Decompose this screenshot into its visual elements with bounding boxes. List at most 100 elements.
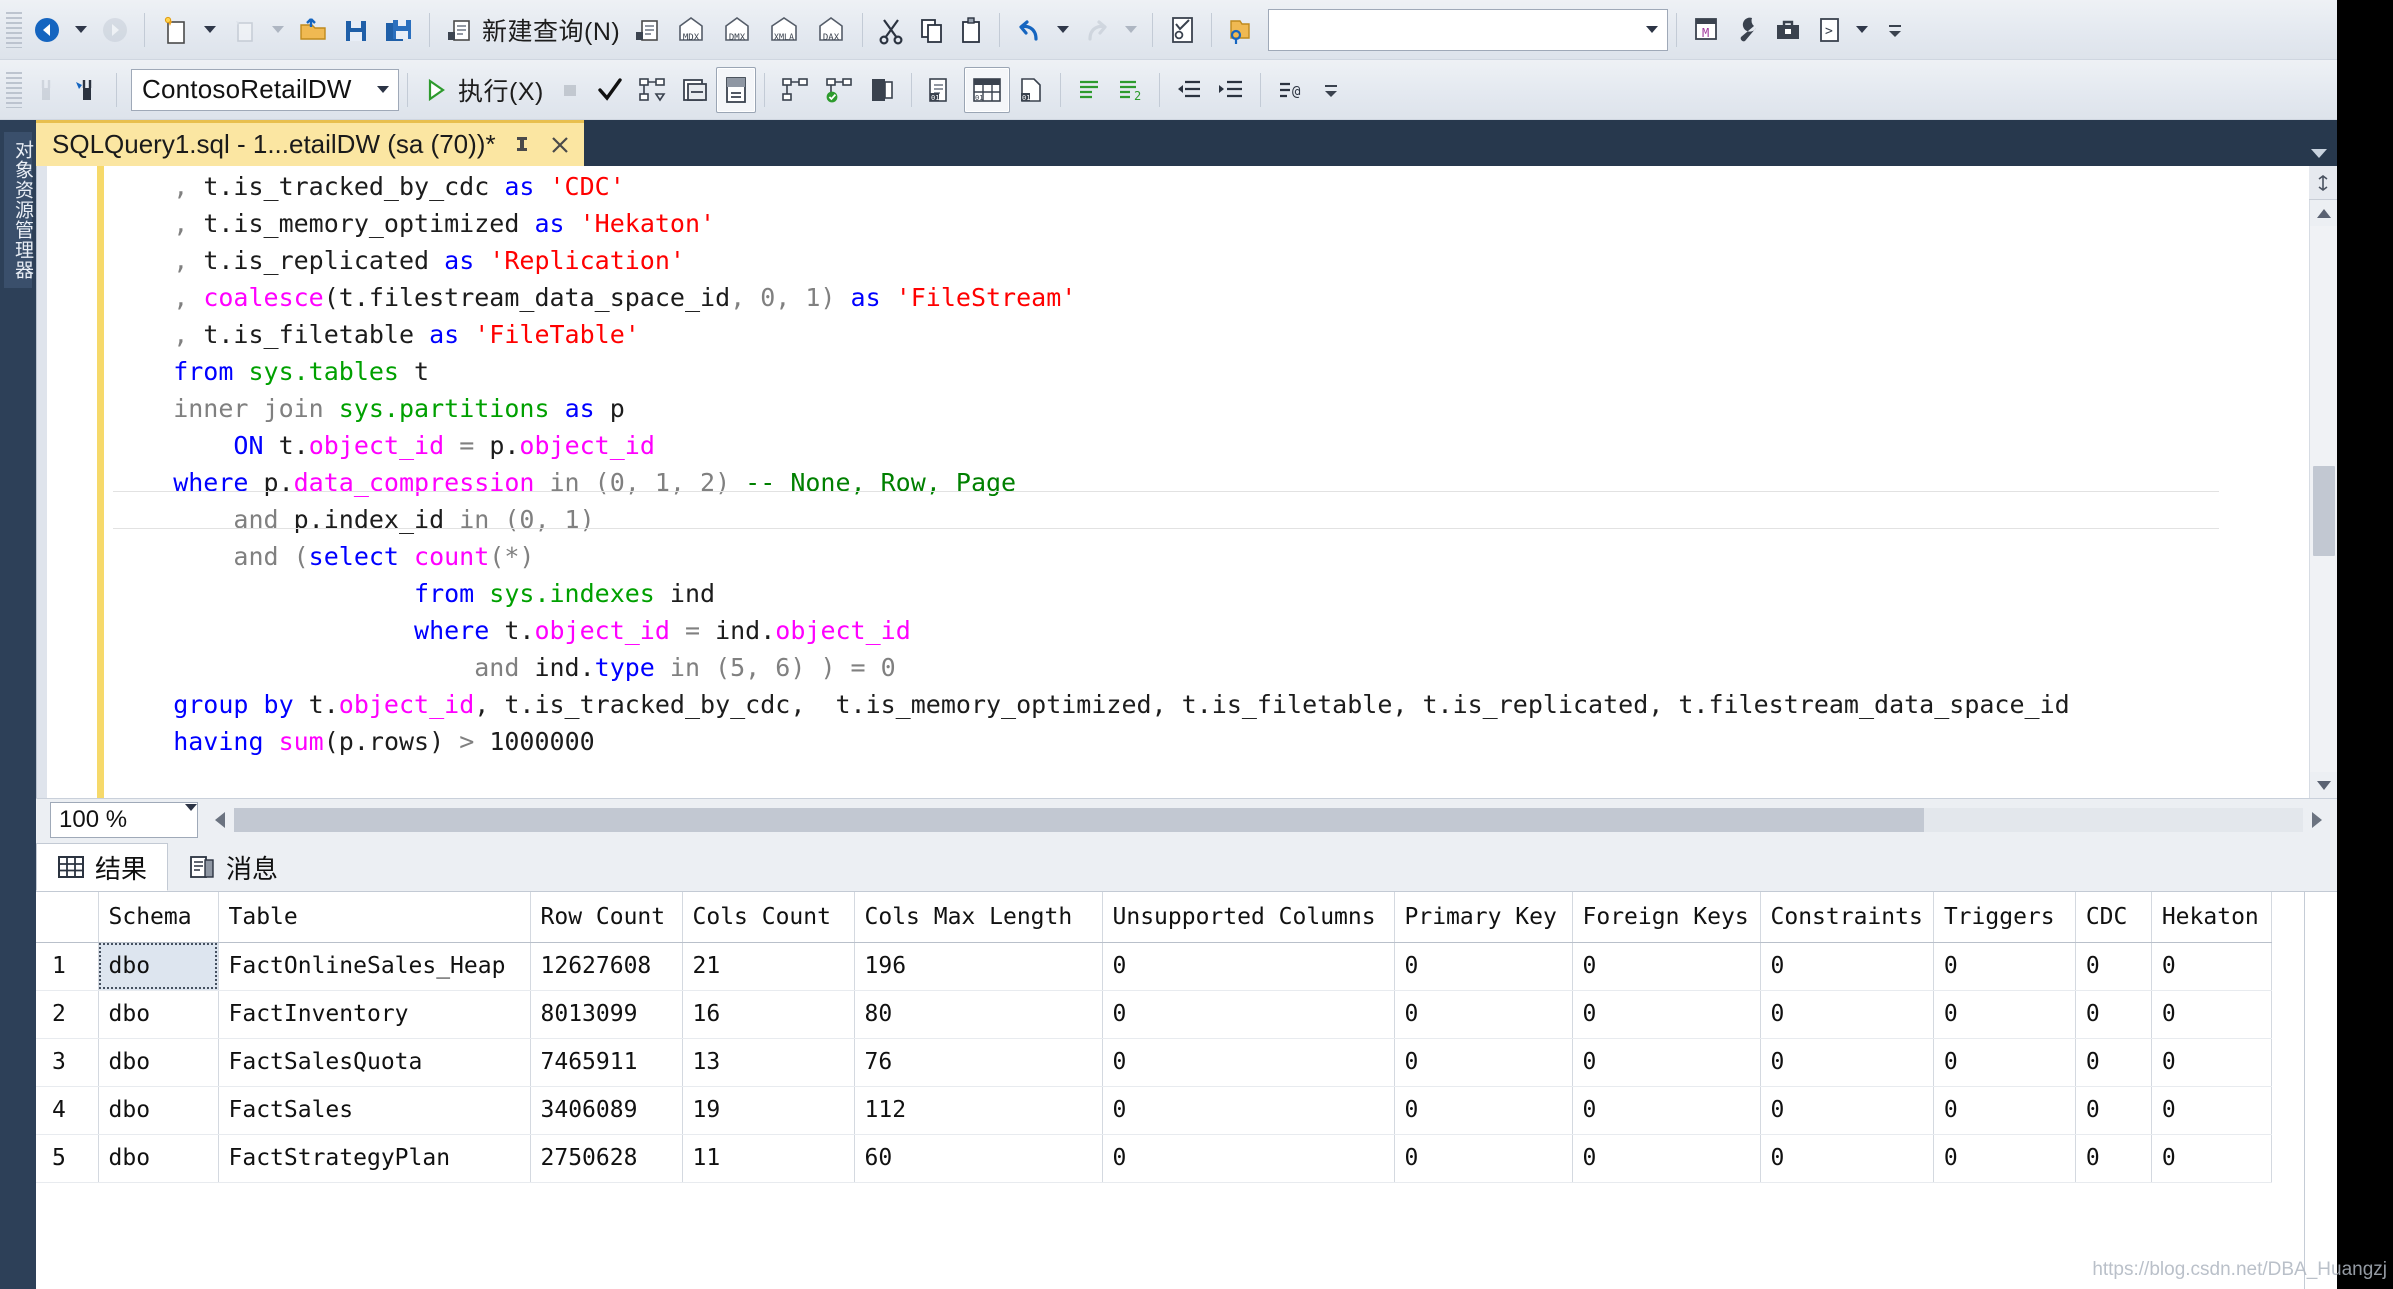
results-to-grid-button[interactable]: 01 <box>964 67 1010 113</box>
zoom-dropdown-arrow[interactable] <box>185 811 197 829</box>
execute-button[interactable] <box>416 67 456 113</box>
include-live-query-stats-button[interactable] <box>861 67 903 113</box>
toolbar-overflow-top[interactable] <box>1875 7 1915 53</box>
row-number-cell[interactable]: 4 <box>36 1086 98 1134</box>
table-cell[interactable]: 0 <box>1572 990 1760 1038</box>
table-cell[interactable]: 12627608 <box>530 942 682 990</box>
table-cell[interactable]: 0 <box>1102 942 1394 990</box>
table-cell[interactable]: 8013099 <box>530 990 682 1038</box>
table-cell[interactable]: 13 <box>682 1038 854 1086</box>
table-cell[interactable]: dbo <box>98 1086 218 1134</box>
table-row[interactable]: 3dboFactSalesQuota746591113760000000 <box>36 1038 2271 1086</box>
close-icon[interactable] <box>548 133 572 157</box>
table-cell[interactable]: 0 <box>2075 1134 2151 1182</box>
show-diagram-pane-button[interactable] <box>1161 7 1203 53</box>
editor-splitter-handle[interactable] <box>2309 166 2337 200</box>
dax-query-button[interactable]: DAX <box>808 7 854 53</box>
toolbar-overflow-second[interactable] <box>1311 67 1351 113</box>
table-cell[interactable]: 0 <box>2151 1086 2271 1134</box>
table-row[interactable]: 1dboFactOnlineSales_Heap1262760821196000… <box>36 942 2271 990</box>
save-all-button[interactable] <box>377 7 421 53</box>
table-cell[interactable]: 0 <box>1394 990 1572 1038</box>
change-connection-button[interactable] <box>66 67 108 113</box>
table-cell[interactable]: 196 <box>854 942 1102 990</box>
copy-button[interactable] <box>911 7 951 53</box>
column-header[interactable]: Hekaton <box>2151 892 2271 942</box>
open-file-button[interactable] <box>291 7 335 53</box>
zoom-level-selector[interactable]: 100 % <box>50 802 198 838</box>
editor-vertical-scroll-thumb[interactable] <box>2313 466 2335 556</box>
undo-caret[interactable] <box>1057 26 1069 33</box>
hscroll-track[interactable] <box>234 808 2303 832</box>
sql-code-text[interactable]: , t.is_tracked_by_cdc as 'CDC' , t.is_me… <box>113 166 2263 766</box>
command-window-button[interactable]: > <box>1809 7 1849 53</box>
table-cell[interactable]: 0 <box>1102 1086 1394 1134</box>
table-cell[interactable]: 7465911 <box>530 1038 682 1086</box>
table-cell[interactable]: dbo <box>98 1134 218 1182</box>
intellisense-button[interactable] <box>716 67 756 113</box>
table-cell[interactable]: 0 <box>1760 1134 1933 1182</box>
sql-editor[interactable]: , t.is_tracked_by_cdc as 'CDC' , t.is_me… <box>36 166 2337 798</box>
redo-caret[interactable] <box>1125 26 1137 33</box>
undo-button[interactable] <box>1008 7 1050 53</box>
column-header[interactable]: Triggers <box>1933 892 2075 942</box>
table-cell[interactable]: 0 <box>1933 1134 2075 1182</box>
table-cell[interactable]: 0 <box>1760 1038 1933 1086</box>
table-cell[interactable]: 0 <box>1102 990 1394 1038</box>
table-cell[interactable]: 0 <box>1760 1086 1933 1134</box>
column-header[interactable]: Cols Count <box>682 892 854 942</box>
table-cell[interactable]: 0 <box>1572 1038 1760 1086</box>
new-project-button[interactable] <box>223 7 265 53</box>
table-row[interactable]: 5dboFactStrategyPlan275062811600000000 <box>36 1134 2271 1182</box>
include-client-statistics-button[interactable] <box>817 67 861 113</box>
hscroll-thumb[interactable] <box>234 808 1924 832</box>
table-cell[interactable]: 80 <box>854 990 1102 1038</box>
uncomment-lines-button[interactable]: 2 <box>1109 67 1151 113</box>
table-cell[interactable]: 112 <box>854 1086 1102 1134</box>
table-cell[interactable]: FactSalesQuota <box>218 1038 530 1086</box>
table-cell[interactable]: 0 <box>1102 1134 1394 1182</box>
increase-indent-button[interactable] <box>1210 67 1252 113</box>
column-header[interactable]: Foreign Keys <box>1572 892 1760 942</box>
find-input[interactable] <box>1268 9 1668 51</box>
table-cell[interactable]: 11 <box>682 1134 854 1182</box>
table-cell[interactable]: 76 <box>854 1038 1102 1086</box>
table-cell[interactable]: 0 <box>2151 942 2271 990</box>
table-row[interactable]: 4dboFactSales3406089191120000000 <box>36 1086 2271 1134</box>
editor-scroll-up-arrow[interactable] <box>2310 200 2338 226</box>
row-number-cell[interactable]: 2 <box>36 990 98 1038</box>
hscroll-right-arrow[interactable] <box>2303 804 2331 836</box>
tab-results[interactable]: 结果 <box>36 843 168 891</box>
toolbar-grip[interactable] <box>6 72 22 108</box>
row-number-cell[interactable]: 1 <box>36 942 98 990</box>
results-grid[interactable]: SchemaTableRow CountCols CountCols Max L… <box>36 892 2337 1289</box>
redo-button[interactable] <box>1076 7 1118 53</box>
table-cell[interactable]: 0 <box>1572 1086 1760 1134</box>
database-selector-value[interactable]: ContosoRetailDW <box>132 74 368 105</box>
editor-vertical-scrollbar[interactable] <box>2309 166 2337 798</box>
options-button[interactable] <box>1727 7 1767 53</box>
cut-button[interactable] <box>871 7 911 53</box>
new-database-query-button[interactable] <box>438 7 480 53</box>
specify-template-values-button[interactable]: @ <box>1269 67 1311 113</box>
table-cell[interactable]: 0 <box>1933 942 2075 990</box>
database-selector[interactable]: ContosoRetailDW <box>131 69 399 111</box>
dmx-query-button[interactable]: DMX <box>714 7 760 53</box>
table-cell[interactable]: 0 <box>1394 1134 1572 1182</box>
new-query-label[interactable]: 新建查询(N) <box>480 12 626 48</box>
navigate-backward-button[interactable] <box>26 7 68 53</box>
results-to-file-button[interactable]: 01 <box>1010 67 1052 113</box>
table-cell[interactable]: 0 <box>2151 1038 2271 1086</box>
table-cell[interactable]: 0 <box>2075 942 2151 990</box>
paste-button[interactable] <box>951 7 991 53</box>
editor-scroll-down-arrow[interactable] <box>2310 772 2338 798</box>
table-cell[interactable]: 0 <box>1933 1038 2075 1086</box>
table-cell[interactable]: 0 <box>1933 990 2075 1038</box>
navigate-backward-caret[interactable] <box>75 26 87 33</box>
table-cell[interactable]: 0 <box>2075 1086 2151 1134</box>
column-header[interactable]: Unsupported Columns <box>1102 892 1394 942</box>
table-cell[interactable]: 0 <box>2151 1134 2271 1182</box>
tabstrip-dropdown-icon[interactable] <box>2311 149 2327 158</box>
table-cell[interactable]: 0 <box>2075 990 2151 1038</box>
connect-button[interactable] <box>26 67 66 113</box>
